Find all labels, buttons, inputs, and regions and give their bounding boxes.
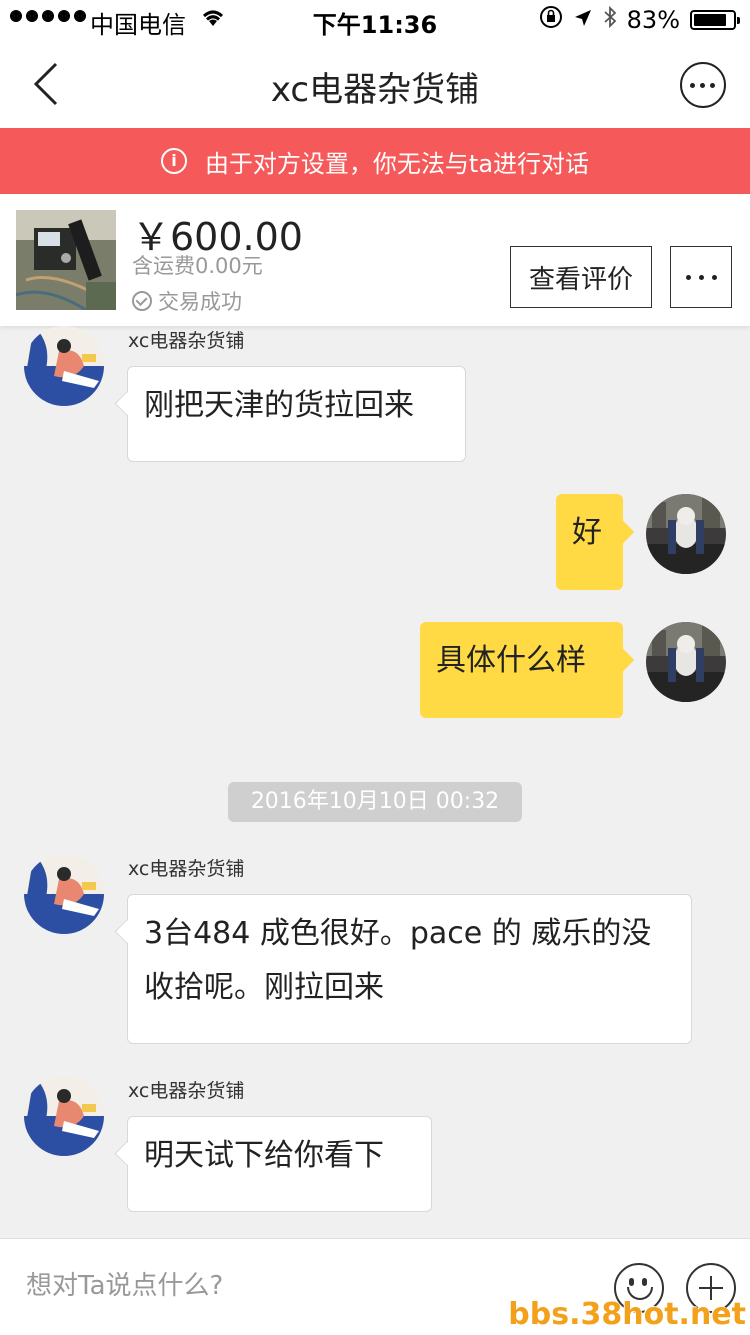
info-icon: i: [160, 148, 187, 174]
dot-icon: [685, 274, 691, 280]
location-arrow-icon: [573, 6, 593, 34]
message-sender: xc电器杂货铺: [128, 330, 245, 352]
message-bubble[interactable]: 3台484 成色很好。pace 的 威乐的没收拾呢。刚拉回来: [127, 894, 692, 1044]
seller-avatar[interactable]: [24, 854, 104, 934]
message-bubble[interactable]: 明天试下给你看下: [127, 1116, 432, 1212]
status-bar: 中国电信 下午11:36 83%: [0, 0, 750, 40]
my-avatar[interactable]: [646, 622, 726, 702]
message-sender: xc电器杂货铺: [128, 1080, 245, 1102]
order-status-label: 交易成功: [158, 290, 242, 314]
rotation-lock-icon: [539, 5, 563, 35]
dot-icon: [690, 83, 695, 88]
product-card: ￥600.00 含运费0.00元 交易成功 查看评价: [0, 194, 750, 326]
banner-text: 由于对方设置，你无法与ta进行对话: [204, 149, 590, 178]
dot-icon: [710, 83, 715, 88]
dot-icon: [700, 83, 705, 88]
message-sender: xc电器杂货铺: [128, 858, 245, 880]
chat-disabled-banner: i 由于对方设置，你无法与ta进行对话: [0, 128, 750, 194]
shipping-fee: 含运费0.00元: [132, 254, 263, 278]
page-title: xc电器杂货铺: [270, 70, 480, 110]
smiley-eye-icon: [642, 1278, 647, 1286]
message-input[interactable]: [24, 1259, 588, 1313]
product-more-button[interactable]: [670, 246, 732, 308]
check-circle-icon: [132, 291, 152, 311]
dot-icon: [711, 274, 717, 280]
order-status: 交易成功: [132, 286, 242, 316]
message-bubble[interactable]: 刚把天津的货拉回来: [127, 366, 466, 462]
dot-icon: [698, 274, 704, 280]
battery-percent: 83%: [626, 6, 680, 34]
navigation-bar: xc电器杂货铺: [0, 40, 750, 128]
chat-timestamp: 2016年10月10日 00:32: [228, 782, 522, 822]
my-message-bubble[interactable]: 好: [556, 494, 623, 590]
bluetooth-icon: [603, 5, 617, 35]
watermark: bbs.38hot.net: [508, 1297, 746, 1332]
seller-avatar[interactable]: [24, 1076, 104, 1156]
view-review-button[interactable]: 查看评价: [510, 246, 652, 308]
product-thumbnail[interactable]: [16, 210, 116, 310]
seller-avatar[interactable]: [24, 326, 104, 406]
smiley-eye-icon: [629, 1278, 634, 1286]
my-message-bubble[interactable]: 具体什么样: [420, 622, 623, 718]
my-avatar[interactable]: [646, 494, 726, 574]
battery-icon: [690, 10, 740, 30]
more-options-button[interactable]: [680, 62, 726, 108]
